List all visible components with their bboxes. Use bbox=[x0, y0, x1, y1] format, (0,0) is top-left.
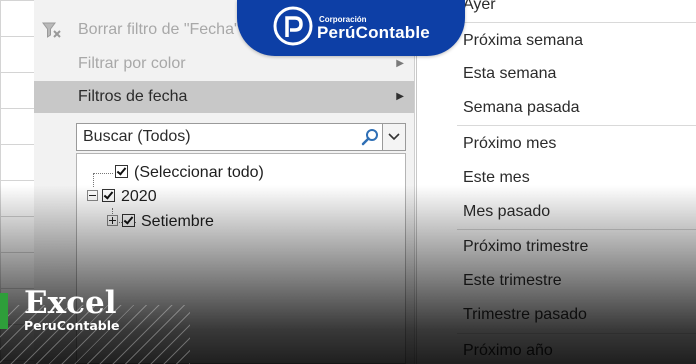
submenu-item[interactable]: Este mes bbox=[463, 169, 530, 187]
date-filters-label: Filtros de fecha bbox=[78, 88, 188, 105]
tree-item-month[interactable]: Setiembre bbox=[107, 211, 214, 233]
filter-value-tree: (Seleccionar todo) 2020 Setiembre bbox=[76, 153, 406, 364]
collapse-icon[interactable] bbox=[87, 190, 98, 201]
month-label: Setiembre bbox=[141, 213, 214, 230]
submenu-item[interactable]: Próxima semana bbox=[463, 32, 583, 50]
checkbox-checked[interactable] bbox=[115, 165, 128, 178]
submenu-item[interactable]: Ayer bbox=[463, 0, 496, 14]
excel-accent-bar bbox=[0, 293, 8, 329]
menu-item-partial-top bbox=[78, 0, 228, 4]
filter-by-color-label: Filtrar por color bbox=[78, 55, 186, 72]
perucontable-logo-icon bbox=[273, 6, 313, 46]
excel-title: Excel bbox=[24, 285, 117, 321]
excel-subtitle: PeruContable bbox=[24, 318, 120, 333]
chevron-right-icon: ▶ bbox=[396, 91, 404, 102]
menu-separator bbox=[457, 125, 696, 126]
search-dropdown-button[interactable] bbox=[382, 124, 405, 150]
chevron-down-icon bbox=[388, 133, 400, 141]
menu-separator bbox=[457, 333, 696, 334]
brand-banner: Corporación PerúContable bbox=[237, 0, 465, 56]
year-label: 2020 bbox=[121, 188, 157, 205]
tree-connector bbox=[93, 173, 113, 174]
submenu-item[interactable]: Este trimestre bbox=[463, 272, 562, 290]
clear-filter-label: Borrar filtro de "Fecha" bbox=[78, 21, 240, 38]
checkbox-checked[interactable] bbox=[122, 214, 135, 227]
tree-item-select-all[interactable]: (Seleccionar todo) bbox=[115, 162, 264, 184]
search-input[interactable] bbox=[77, 124, 369, 150]
submenu-item[interactable]: Mes pasado bbox=[463, 203, 550, 221]
search-box bbox=[76, 123, 406, 151]
search-icon[interactable] bbox=[361, 128, 379, 146]
brand-name: PerúContable bbox=[317, 23, 430, 42]
menu-separator bbox=[457, 229, 696, 230]
submenu-item[interactable]: Próximo trimestre bbox=[463, 238, 588, 256]
date-filters-submenu: Ayer Próxima semana Esta semana Semana p… bbox=[416, 0, 696, 364]
submenu-item[interactable]: Próximo mes bbox=[463, 135, 556, 153]
expand-icon[interactable] bbox=[107, 215, 118, 226]
tree-connector bbox=[93, 173, 94, 187]
checkbox-checked[interactable] bbox=[102, 189, 115, 202]
tree-item-year[interactable]: 2020 bbox=[87, 186, 157, 208]
menu-separator bbox=[457, 22, 696, 23]
submenu-item[interactable]: Próximo año bbox=[463, 342, 553, 360]
date-filters-item[interactable]: Filtros de fecha ▶ bbox=[34, 81, 414, 113]
submenu-item[interactable]: Esta semana bbox=[463, 65, 556, 83]
submenu-item[interactable]: Trimestre pasado bbox=[463, 306, 587, 324]
filter-clear-icon bbox=[42, 22, 61, 38]
submenu-item[interactable]: Semana pasada bbox=[463, 99, 580, 117]
select-all-label: (Seleccionar todo) bbox=[134, 164, 264, 181]
